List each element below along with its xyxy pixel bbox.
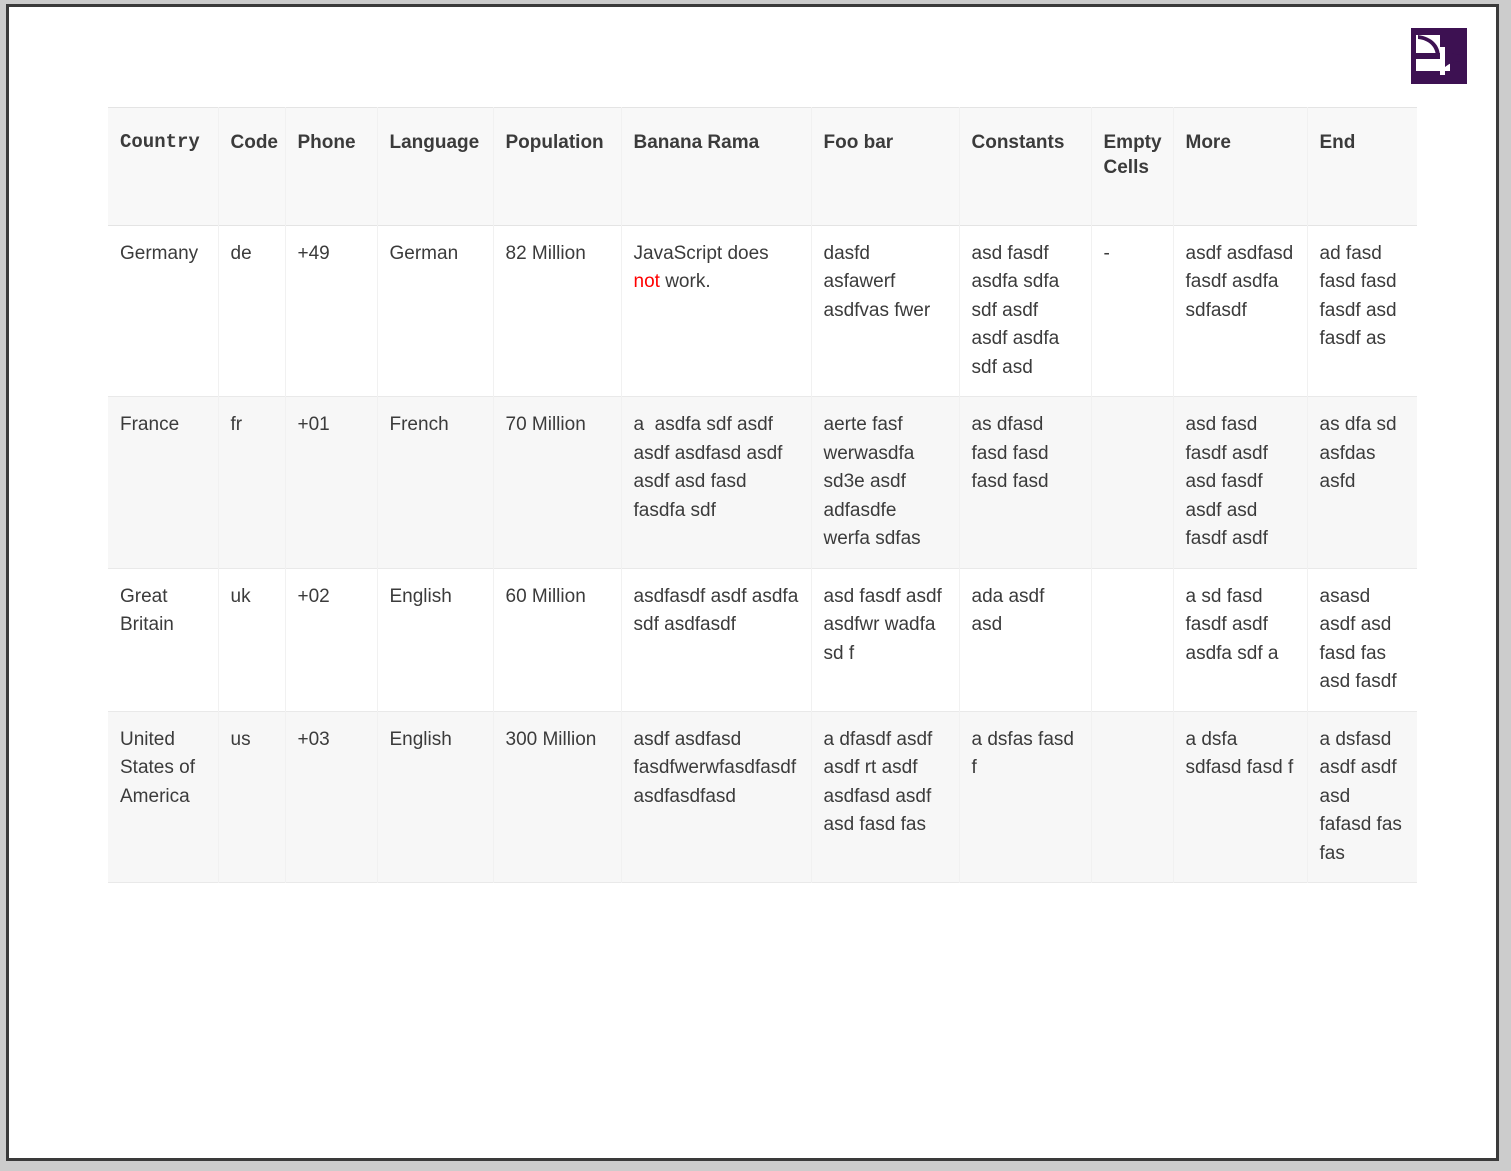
cell-banana-rama: a asdfa sdf asdf asdf asdfasd asdf asdf …: [621, 396, 812, 569]
cell-constants: a dsfas fasd f: [959, 711, 1092, 883]
cell-more: a sd fasd fasdf asdf asdfa sdf a: [1173, 568, 1308, 712]
cell-code: uk: [218, 568, 286, 712]
cell-language: German: [377, 225, 494, 397]
cell-code: us: [218, 711, 286, 883]
cell-foo-bar: a dfasdf asdf asdf rt asdf asdfasd asdf …: [811, 711, 960, 883]
cell-constants: asd fasdf asdfa sdfa sdf asdf asdf asdfa…: [959, 225, 1092, 397]
cell-empty-cells: -: [1091, 225, 1174, 397]
column-header-country: Country: [108, 107, 219, 226]
cell-more: a dsfa sdfasd fasd f: [1173, 711, 1308, 883]
table-body: Germany de +49 German 82 Million JavaScr…: [108, 225, 1417, 883]
cell-language: English: [377, 568, 494, 712]
cell-population: 82 Million: [493, 225, 622, 397]
cell-language: French: [377, 396, 494, 569]
cell-banana-rama: JavaScript does not work.: [621, 225, 812, 397]
cell-foo-bar: dasfd asfawerf asdfvas fwer: [811, 225, 960, 397]
cell-code: de: [218, 225, 286, 397]
column-header-phone: Phone: [285, 107, 378, 226]
cell-empty-cells: [1091, 396, 1174, 569]
banana-rama-text-emphasis: not: [633, 271, 660, 293]
countries-table: Country Code Phone Language Population B…: [108, 107, 1417, 883]
column-header-banana-rama: Banana Rama: [621, 107, 812, 226]
cell-end: asasd asdf asd fasd fas asd fasdf: [1319, 585, 1397, 693]
table-header: Country Code Phone Language Population B…: [108, 107, 1417, 226]
table-row: Great Britain uk +02 English 60 Million …: [108, 568, 1417, 712]
cell-empty-cells: [1091, 711, 1174, 883]
cell-phone: +03: [285, 711, 378, 883]
table-header-row: Country Code Phone Language Population B…: [108, 107, 1417, 226]
cell-more: asdf asdfasd fasdf asdfa sdfasdf: [1173, 225, 1308, 397]
cell-end: ad fasd fasd fasd fasdf asd fasdf as: [1319, 242, 1402, 350]
table-row: France fr +01 French 70 Million a asdfa …: [108, 396, 1417, 569]
cell-country: Germany: [108, 225, 219, 397]
cell-population: 300 Million: [493, 711, 622, 883]
column-header-more: More: [1173, 107, 1308, 226]
banana-rama-text-suffix: work.: [659, 271, 711, 293]
cell-empty-cells: [1091, 568, 1174, 712]
cell-phone: +49: [285, 225, 378, 397]
cell-country: United States of America: [108, 711, 219, 883]
table-row: United States of America us +03 English …: [108, 711, 1417, 883]
brand-logo-icon: [1410, 27, 1468, 85]
document-page: Country Code Phone Language Population B…: [6, 4, 1499, 1161]
column-header-end: End: [1319, 132, 1356, 153]
cell-country: Great Britain: [108, 568, 219, 712]
column-header-language: Language: [377, 107, 494, 226]
cell-phone: +02: [285, 568, 378, 712]
cell-code: fr: [218, 396, 286, 569]
column-header-foo-bar: Foo bar: [811, 107, 960, 226]
cell-more: asd fasd fasdf asdf asd fasdf asdf asd f…: [1173, 396, 1308, 569]
table-row: Germany de +49 German 82 Million JavaScr…: [108, 225, 1417, 397]
cell-population: 70 Million: [493, 396, 622, 569]
cell-population: 60 Million: [493, 568, 622, 712]
banana-rama-text-prefix: JavaScript does: [633, 242, 774, 264]
table-container: Country Code Phone Language Population B…: [108, 107, 1417, 883]
cell-banana-rama: asdfasdf asdf asdfa sdf asdfasdf: [621, 568, 812, 712]
cell-country: France: [108, 396, 219, 569]
cell-language: English: [377, 711, 494, 883]
cell-end: a dsfasd asdf asdf asd fafasd fas fas: [1319, 728, 1408, 864]
cell-banana-rama: asdf asdfasd fasdfwerwfasdfasdf asdfasdf…: [621, 711, 812, 883]
column-header-empty-cells: Empty Cells: [1091, 107, 1174, 226]
cell-constants: ada asdf asd: [959, 568, 1092, 712]
cell-end: as dfa sd asfdas asfd: [1319, 414, 1402, 493]
cell-phone: +01: [285, 396, 378, 569]
column-header-code: Code: [218, 107, 286, 226]
column-header-constants: Constants: [959, 107, 1092, 226]
cell-constants: as dfasd fasd fasd fasd fasd: [959, 396, 1092, 569]
cell-foo-bar: aerte fasf werwasdfa sd3e asdf adfasdfe …: [811, 396, 960, 569]
column-header-population: Population: [493, 107, 622, 226]
cell-foo-bar: asd fasdf asdf asdfwr wadfa sd f: [811, 568, 960, 712]
